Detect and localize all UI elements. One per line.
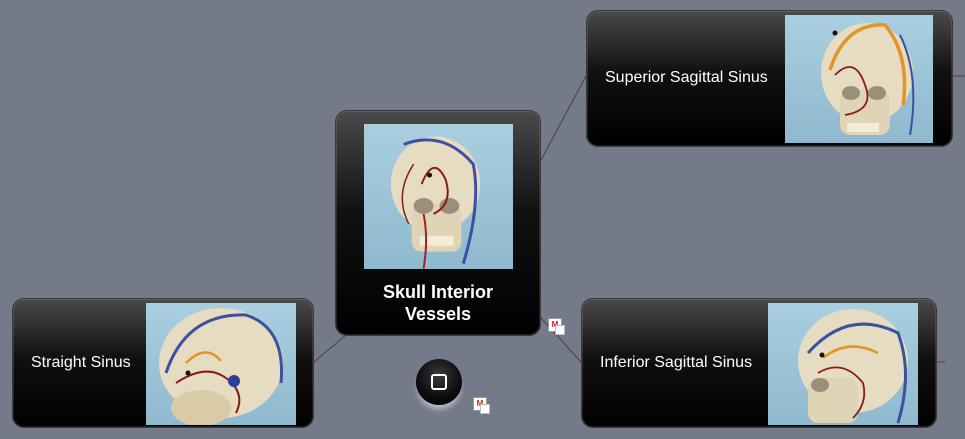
topic-inferior-sagittal-sinus[interactable]: Inferior Sagittal Sinus — [581, 298, 937, 428]
topic-label: Inferior Sagittal Sinus — [600, 354, 753, 371]
home-button[interactable] — [416, 359, 462, 405]
straight-sinus-image — [146, 303, 296, 425]
topic-straight-sinus[interactable]: Straight Sinus — [12, 298, 314, 428]
central-topic-label: Skull Interior Vessels — [382, 282, 494, 324]
topic-superior-sagittal-sinus[interactable]: Superior Sagittal Sinus — [586, 10, 953, 147]
topic-label: Superior Sagittal Sinus — [605, 69, 768, 86]
attachment-badge-icon[interactable]: M — [473, 397, 490, 414]
inferior-sagittal-sinus-image — [768, 303, 918, 425]
rounded-square-icon — [431, 374, 447, 390]
superior-sagittal-sinus-image — [785, 15, 933, 143]
attachment-badge-icon[interactable]: M — [548, 318, 565, 335]
skull-vessels-image — [364, 124, 513, 269]
topic-label: Straight Sinus — [31, 354, 131, 371]
central-topic-node[interactable]: Skull Interior Vessels — [335, 110, 541, 336]
